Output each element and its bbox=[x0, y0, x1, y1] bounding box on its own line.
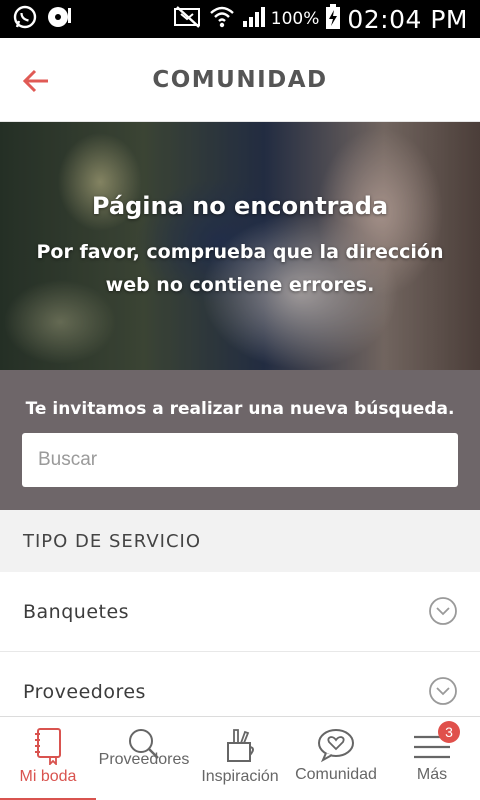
nfc-muted-icon bbox=[173, 5, 203, 34]
nav-item-mi-boda[interactable]: Mi boda bbox=[0, 717, 96, 800]
nav-label: Proveedores bbox=[98, 751, 190, 768]
music-disc-icon bbox=[46, 4, 74, 35]
hero-image: Página no encontrada Por favor, comprueb… bbox=[0, 122, 480, 370]
notebook-icon bbox=[35, 728, 61, 765]
nav-item-comunidad[interactable]: Comunidad bbox=[288, 717, 384, 800]
whatsapp-icon bbox=[12, 4, 38, 35]
service-item-label: Banquetes bbox=[23, 600, 130, 623]
chevron-down-icon bbox=[429, 597, 457, 625]
service-item-label: Proveedores bbox=[23, 680, 146, 703]
nav-item-mas[interactable]: 3 Más bbox=[384, 717, 480, 800]
nav-item-proveedores[interactable]: Proveedores bbox=[96, 717, 192, 800]
nav-label: Mi boda bbox=[19, 768, 77, 785]
wifi-icon bbox=[209, 5, 235, 34]
search-section: Te invitamos a realizar una nueva búsque… bbox=[0, 370, 480, 510]
chevron-down-icon bbox=[429, 677, 457, 705]
signal-icon bbox=[241, 5, 265, 34]
search-invite-text: Te invitamos a realizar una nueva búsque… bbox=[25, 399, 455, 419]
battery-percent: 100% bbox=[270, 9, 320, 29]
nav-label: Más bbox=[416, 766, 448, 783]
nav-label: Inspiración bbox=[201, 768, 279, 785]
section-header: TIPO DE SERVICIO bbox=[0, 510, 480, 572]
clock: 02:04 PM bbox=[347, 4, 468, 34]
service-item-banquetes[interactable]: Banquetes bbox=[0, 572, 480, 652]
back-button[interactable] bbox=[20, 64, 54, 98]
app-header: COMUNIDAD bbox=[0, 38, 480, 122]
nav-label: Comunidad bbox=[295, 766, 377, 783]
status-bar: 100% 02:04 PM bbox=[0, 0, 480, 38]
search-input[interactable] bbox=[22, 433, 458, 487]
pencil-cup-icon bbox=[227, 729, 254, 762]
chat-heart-icon bbox=[318, 729, 354, 763]
arrow-left-icon bbox=[22, 69, 48, 93]
nav-item-inspiracion[interactable]: Inspiración bbox=[192, 717, 288, 800]
page-title: COMUNIDAD bbox=[152, 66, 328, 93]
battery-charging-icon bbox=[325, 3, 341, 35]
hero-subtitle: Por favor, comprueba que la dirección we… bbox=[36, 241, 444, 296]
bottom-nav: Mi boda Proveedores Inspiración Comunida… bbox=[0, 716, 480, 800]
hero-title: Página no encontrada bbox=[91, 192, 389, 220]
notification-badge: 3 bbox=[438, 721, 460, 743]
